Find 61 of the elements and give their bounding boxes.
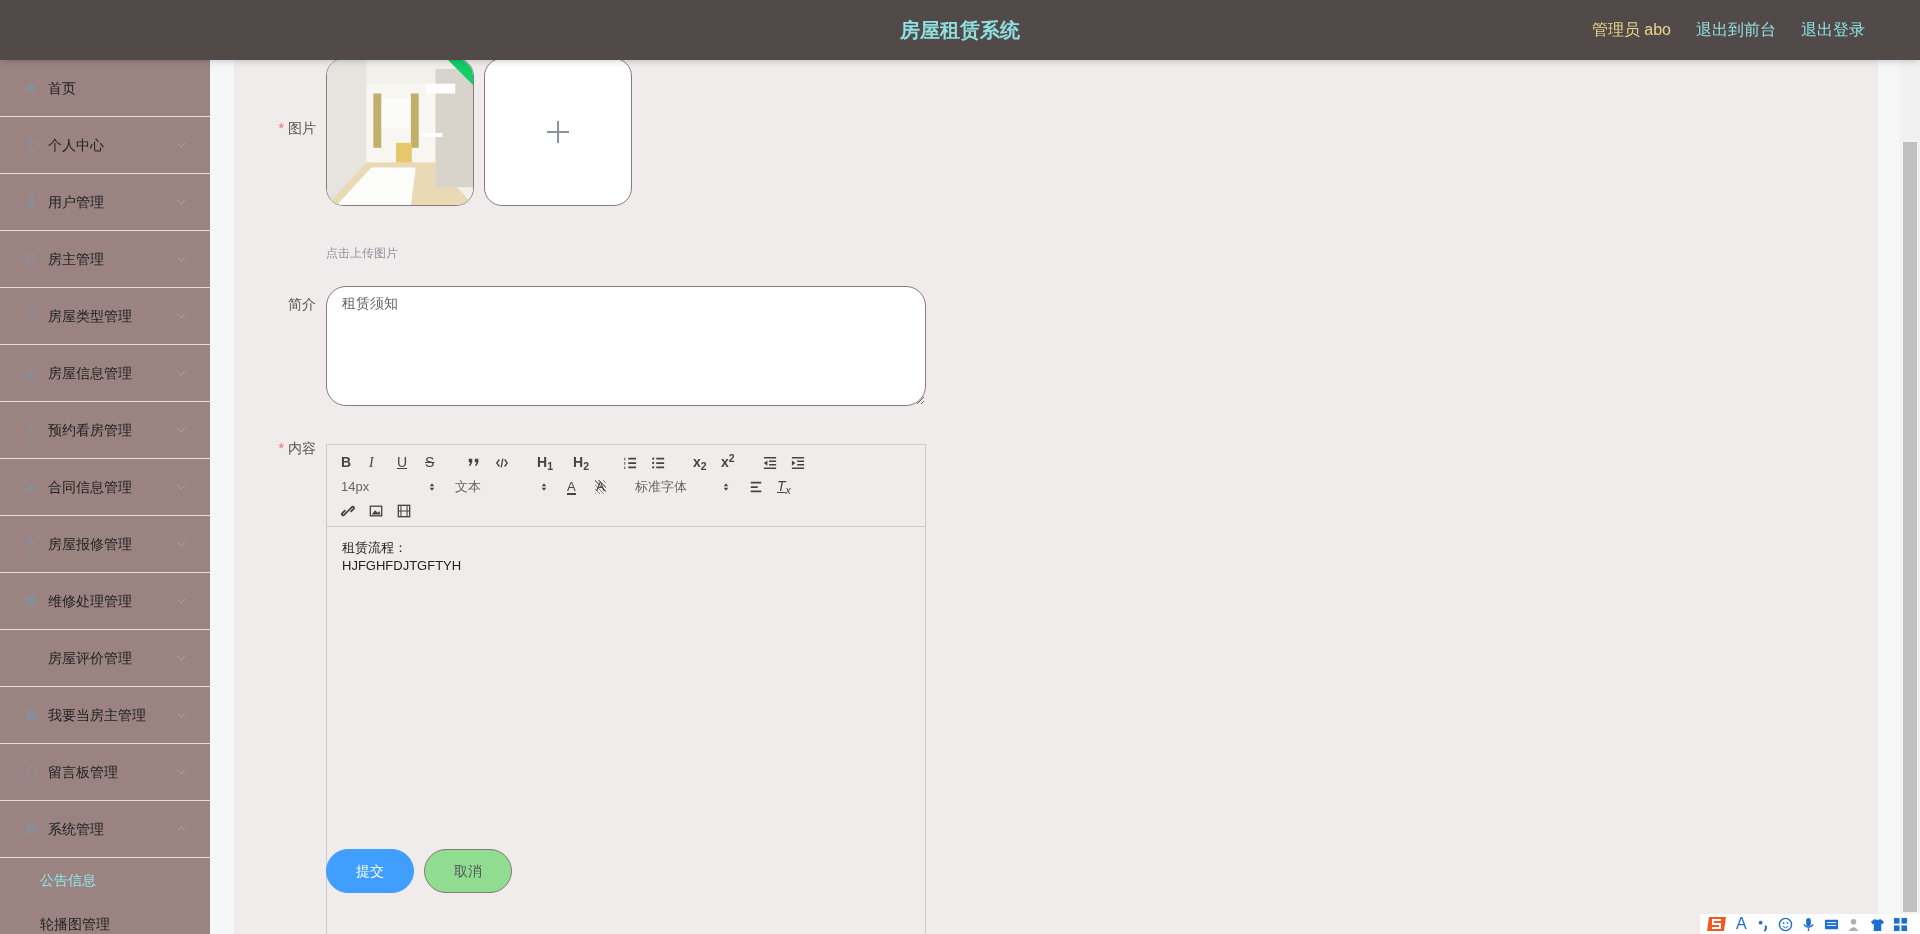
ime-mode-label[interactable]: A [1736, 912, 1747, 934]
sidebar-item[interactable]: 房屋报修管理 [0, 516, 210, 573]
sidebar-item[interactable]: 房主管理 [0, 231, 210, 288]
smiley-icon[interactable] [1777, 916, 1793, 932]
bullet-list-icon [651, 455, 665, 470]
sidebar-item[interactable]: 房屋评价管理 [0, 630, 210, 687]
updown-icon [541, 481, 547, 492]
sidebar-item[interactable]: 房屋类型管理 [0, 288, 210, 345]
sidebar-item[interactable]: 系统管理 [0, 801, 210, 858]
header-link[interactable]: 退出登录 [1801, 18, 1865, 42]
upload-hint: 点击上传图片 [326, 245, 399, 262]
sidebar-item[interactable]: 维修处理管理 [0, 573, 210, 630]
submenu-item[interactable]: 轮播图管理 [0, 902, 210, 934]
updown-icon [723, 481, 729, 492]
plus-icon [546, 120, 570, 144]
sidebar-item[interactable]: 用户管理 [0, 174, 210, 231]
strikethrough-button[interactable]: S [425, 452, 453, 473]
link-icon [341, 503, 355, 518]
film-icon [397, 503, 411, 518]
clear-format-button[interactable]: T$_{x}$ [777, 476, 805, 497]
summary-field[interactable]: 租赁须知 [326, 286, 926, 406]
bold-button[interactable]: B [341, 452, 369, 473]
indent-icon [791, 455, 805, 470]
field-label-text: 图片 [288, 120, 316, 136]
field-label-text: 简介 [288, 296, 316, 312]
dropdown-select[interactable]: 14px [341, 476, 455, 497]
image-icon [369, 503, 383, 518]
submit-button[interactable]: 提交 [326, 849, 414, 893]
admin-name: 管理员 abo [1591, 20, 1671, 40]
heading-button[interactable]: H$_{1}$ [537, 452, 573, 473]
field-label-text: 内容 [288, 440, 316, 456]
required-mark: * [278, 440, 284, 456]
header-link[interactable]: 退出到前台 [1696, 18, 1776, 42]
sidebar-item[interactable]: 房屋信息管理 [0, 345, 210, 402]
cancel-button[interactable]: 取消 [424, 849, 512, 893]
updown-icon [429, 481, 435, 492]
shirt-icon[interactable] [1869, 916, 1885, 932]
editor-text-line: HJFGHFDJTGFTYH [342, 557, 463, 575]
heading-button[interactable]: H$_{2}$ [573, 452, 609, 473]
sidebar-item[interactable]: 我要当房主管理 [0, 687, 210, 744]
required-mark: * [278, 120, 284, 136]
underline-button[interactable]: U [397, 452, 425, 473]
app-title: 房屋租赁系统 [900, 18, 1020, 43]
sidebar-item[interactable]: 预约看房管理 [0, 402, 210, 459]
italic-button[interactable]: I [369, 452, 397, 473]
align-left-icon [749, 479, 763, 494]
editor-text-line: 租赁流程： [342, 539, 408, 557]
outdent-icon [763, 455, 777, 470]
sidebar-item[interactable]: 首页 [0, 60, 210, 117]
font-color-button[interactable]: A [567, 476, 595, 497]
dropdown-select[interactable]: 标准字体 [635, 476, 749, 497]
script-button[interactable]: x$_{2}$ [693, 452, 721, 473]
sidebar-item[interactable]: 个人中心 [0, 117, 210, 174]
script-button[interactable]: x$^{2}$ [721, 452, 749, 473]
numbered-list-icon [623, 455, 637, 470]
submenu-item[interactable]: 公告信息 [0, 858, 210, 902]
sidebar-item[interactable]: 留言板管理 [0, 744, 210, 801]
dropdown-select[interactable]: 文本 [455, 476, 567, 497]
sidebar-item[interactable]: 合同信息管理 [0, 459, 210, 516]
upload-button[interactable] [484, 60, 632, 206]
grid-icon[interactable] [1892, 916, 1908, 932]
